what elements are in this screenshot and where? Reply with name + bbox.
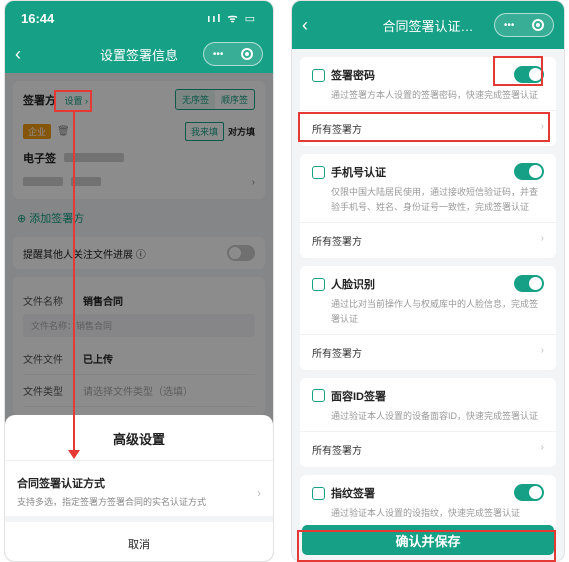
auth-method-title: 签署密码 — [331, 70, 375, 82]
auth-method-desc: 通过验证本人设置的设指纹，快速完成签署认证 — [331, 508, 521, 519]
face-scan-icon — [312, 277, 325, 291]
status-bar: 16:44 ııl ᯤ ▭ — [5, 1, 273, 35]
auth-scope-label: 所有签署方 — [312, 446, 362, 458]
auth-method-desc: 通过验证本人设置的设备面容ID，快速完成签署认证 — [331, 410, 539, 421]
advanced-settings-sheet: 高级设置 合同签署认证方式 支持多选，指定签署方签署合同的实名认证方式 › 取消 — [5, 415, 273, 561]
auth-scope-label: 所有签署方 — [312, 348, 362, 360]
annotation-line — [73, 112, 75, 452]
highlight-box — [298, 112, 550, 142]
chevron-right-icon: › — [540, 442, 544, 454]
phone-icon — [312, 165, 325, 179]
close-circle-icon[interactable] — [241, 48, 254, 60]
cancel-button[interactable]: 取消 — [5, 516, 273, 561]
left-phone-screen: 16:44 ııl ᯤ ▭ ‹ 设置签署信息 ••• 签署方 设置 › 无序签 … — [4, 0, 274, 562]
auth-scope-label: 所有签署方 — [312, 237, 362, 249]
nav-bar: ‹ 合同签署认证… ••• — [292, 1, 564, 49]
mini-program-capsule[interactable]: ••• — [494, 13, 554, 37]
auth-method-title: 指纹签署 — [331, 488, 375, 501]
highlight-box — [297, 530, 556, 562]
sign-auth-method-item[interactable]: 合同签署认证方式 支持多选，指定签署方签署合同的实名认证方式 › — [5, 460, 273, 516]
sign-auth-method-title: 合同签署认证方式 — [17, 478, 105, 490]
chevron-right-icon: › — [540, 344, 544, 356]
chevron-right-icon: › — [540, 233, 544, 245]
auth-method-toggle[interactable] — [514, 275, 544, 293]
auth-method-desc: 通过签署方本人设置的签署密码，快速完成签署认证 — [331, 90, 539, 100]
auth-method-fingerprint: 指纹签署 通过验证本人设置的设指纹，快速完成签署认证 — [300, 475, 556, 529]
nav-bar: ‹ 设置签署信息 ••• — [5, 35, 273, 73]
mini-program-capsule[interactable]: ••• — [203, 42, 263, 66]
sign-auth-method-desc: 支持多选，指定签署方签署合同的实名认证方式 — [17, 497, 207, 507]
sheet-title: 高级设置 — [112, 432, 165, 447]
highlight-box — [493, 56, 543, 86]
chevron-right-icon: › — [257, 486, 261, 500]
auth-method-face: 人脸识别 通过比对当前操作人与权威库中的人脸信息，完成签署认证 所有签署方 › — [300, 266, 556, 370]
annotation-arrow — [68, 450, 80, 459]
auth-method-title: 面容ID签署 — [331, 390, 386, 403]
auth-method-title: 人脸识别 — [331, 279, 375, 292]
auth-method-phone: 手机号认证 仅限中国大陆居民使用，通过接收短信验证码，并查验手机号、姓名、身份证… — [300, 154, 556, 259]
auth-method-toggle[interactable] — [514, 163, 544, 181]
auth-method-scope-row[interactable]: 所有签署方 › — [300, 333, 556, 370]
close-circle-icon[interactable] — [532, 19, 545, 31]
more-icon[interactable]: ••• — [213, 49, 224, 60]
back-icon[interactable]: ‹ — [302, 15, 322, 36]
auth-method-desc: 通过比对当前操作人与权威库中的人脸信息，完成签署认证 — [331, 299, 539, 324]
more-icon[interactable]: ••• — [504, 20, 515, 31]
auth-method-desc: 仅限中国大陆居民使用，通过接收短信验证码，并查验手机号、姓名、身份证号一致性，完… — [331, 187, 539, 212]
auth-method-scope-row[interactable]: 所有签署方 › — [300, 222, 556, 258]
fingerprint-icon — [312, 486, 325, 500]
auth-method-scope-row[interactable]: 所有签署方 › — [300, 431, 556, 467]
back-icon[interactable]: ‹ — [15, 44, 35, 65]
auth-method-face-id: 面容ID签署 通过验证本人设置的设备面容ID，快速完成签署认证 所有签署方 › — [300, 377, 556, 468]
auth-method-toggle[interactable] — [514, 484, 544, 502]
status-icons: ııl ᯤ ▭ — [207, 12, 257, 25]
highlight-box — [54, 90, 92, 112]
lock-icon — [312, 68, 325, 82]
status-time: 16:44 — [21, 10, 55, 26]
face-id-icon — [312, 389, 325, 403]
auth-method-title: 手机号认证 — [331, 167, 386, 180]
